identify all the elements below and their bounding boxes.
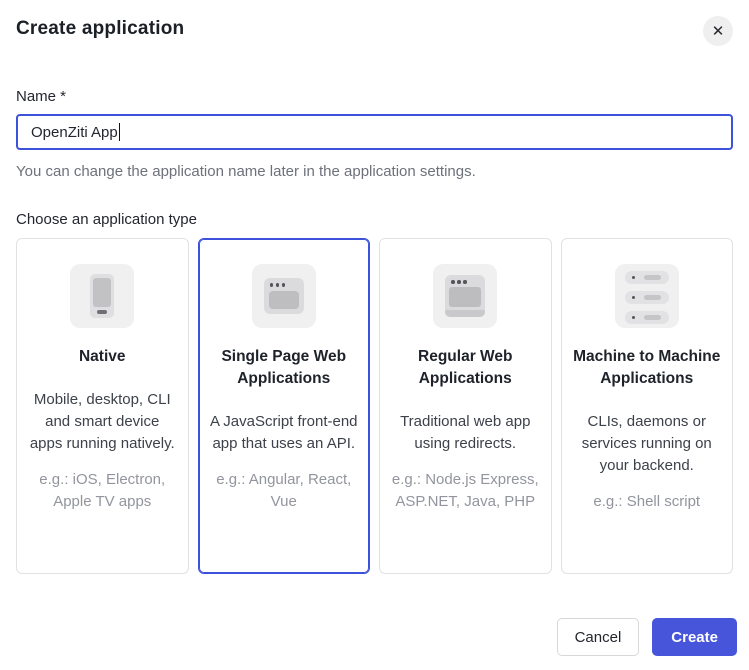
card-description: Mobile, desktop, CLI and smart device ap… (28, 389, 177, 455)
close-button[interactable]: ✕ (703, 16, 733, 46)
card-description: A JavaScript front-end app that uses an … (210, 411, 359, 455)
card-title: Single Page Web Applications (210, 346, 359, 390)
create-button[interactable]: Create (652, 618, 737, 656)
card-description: CLIs, daemons or services running on you… (573, 411, 722, 477)
card-title: Native (28, 346, 177, 368)
dialog-header: Create application ✕ (16, 0, 733, 46)
application-type-cards: Native Mobile, desktop, CLI and smart de… (16, 238, 733, 574)
card-example: e.g.: Shell script (573, 491, 722, 513)
card-example: e.g.: Node.js Express, ASP.NET, Java, PH… (391, 469, 540, 513)
name-helper-text: You can change the application name late… (16, 163, 733, 180)
card-machine-to-machine-applications[interactable]: Machine to Machine Applications CLIs, da… (561, 238, 734, 574)
text-cursor (119, 123, 121, 141)
application-name-value: OpenZiti App (31, 124, 118, 141)
card-example: e.g.: Angular, React, Vue (210, 469, 359, 513)
browser-window-icon (252, 264, 316, 328)
card-title: Regular Web Applications (391, 346, 540, 390)
card-description: Traditional web app using redirects. (391, 411, 540, 455)
server-list-icon (615, 264, 679, 328)
dialog-footer: Cancel Create (557, 618, 737, 656)
close-icon: ✕ (712, 24, 725, 39)
dialog-title: Create application (16, 18, 184, 40)
mobile-phone-icon (70, 264, 134, 328)
create-application-dialog: Create application ✕ Name * OpenZiti App… (0, 0, 749, 574)
application-name-input[interactable]: OpenZiti App (16, 114, 733, 150)
card-native[interactable]: Native Mobile, desktop, CLI and smart de… (16, 238, 189, 574)
cancel-button[interactable]: Cancel (557, 618, 640, 656)
card-single-page-web-applications[interactable]: Single Page Web Applications A JavaScrip… (198, 238, 371, 574)
application-type-label: Choose an application type (16, 211, 733, 228)
card-title: Machine to Machine Applications (573, 346, 722, 390)
name-field-label: Name * (16, 88, 733, 105)
card-regular-web-applications[interactable]: Regular Web Applications Traditional web… (379, 238, 552, 574)
card-example: e.g.: iOS, Electron, Apple TV apps (28, 469, 177, 513)
server-window-icon (433, 264, 497, 328)
